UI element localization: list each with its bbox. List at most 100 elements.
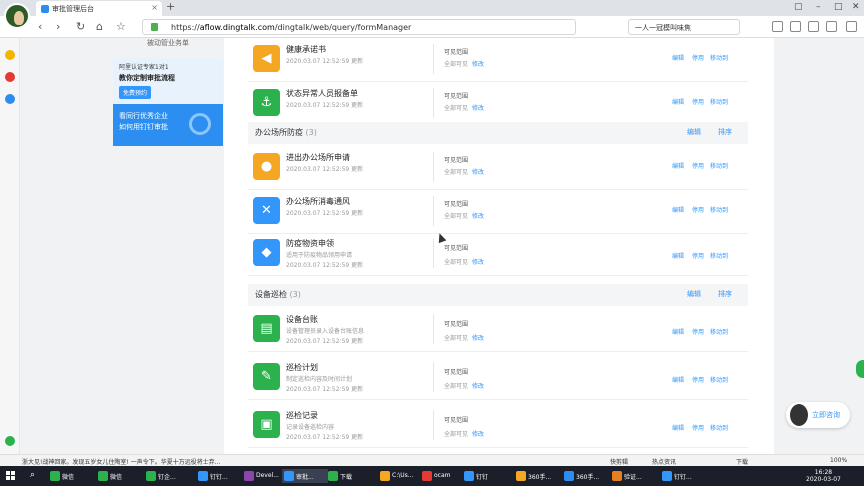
system-clock[interactable]: 16:28 2020-03-07 xyxy=(806,469,841,483)
tab-close-icon[interactable]: × xyxy=(151,3,158,12)
move-to-link[interactable]: 移动到 xyxy=(710,251,728,260)
app-icon[interactable] xyxy=(5,94,15,104)
status-item[interactable]: 快剪辑 xyxy=(610,457,628,466)
windows-start-icon[interactable] xyxy=(6,471,16,481)
move-to-link[interactable]: 移动到 xyxy=(710,375,728,384)
move-to-link[interactable]: 移动到 xyxy=(710,205,728,214)
home-icon[interactable]: ⌂ xyxy=(96,20,103,33)
close-icon[interactable]: ✕ xyxy=(852,2,860,12)
form-row[interactable]: ✎ 巡检计划 制定巡检内容及时间计划 2020.03.07 12:52:59 更新 可见… xyxy=(248,356,748,400)
form-name[interactable]: 状态异常人员报备单 xyxy=(286,88,358,99)
undo-icon[interactable] xyxy=(826,21,837,32)
form-row[interactable]: ◀ 健康承诺书 2020.03.07 12:52:59 更新 可见范围 全部可见 修改 编辑… xyxy=(248,38,748,82)
move-to-link[interactable]: 移动到 xyxy=(710,423,728,432)
grid-icon[interactable] xyxy=(790,21,801,32)
modify-link[interactable]: 修改 xyxy=(472,213,484,220)
modify-link[interactable]: 修改 xyxy=(472,335,484,342)
floating-green-icon[interactable] xyxy=(856,360,864,378)
consult-button[interactable]: 立即咨询 xyxy=(786,402,850,428)
disable-link[interactable]: 停用 xyxy=(692,251,704,260)
modify-link[interactable]: 修改 xyxy=(472,105,484,112)
forward-icon[interactable]: › xyxy=(56,20,60,33)
taskbar-item[interactable]: 360手... xyxy=(562,469,608,483)
edit-link[interactable]: 编辑 xyxy=(672,375,684,384)
status-item[interactable]: 100% xyxy=(830,457,847,464)
move-to-link[interactable]: 移动到 xyxy=(710,97,728,106)
edit-link[interactable]: 编辑 xyxy=(672,327,684,336)
disable-link[interactable]: 停用 xyxy=(692,97,704,106)
more-icon[interactable] xyxy=(846,21,857,32)
form-row[interactable]: ● 进出办公场所申请 2020.03.07 12:52:59 更新 可见范围 全部可见修… xyxy=(248,146,748,190)
modify-link[interactable]: 修改 xyxy=(472,61,484,68)
form-row[interactable]: ◆ 防疫物资申领 适用于防疫物品领用申请 2020.03.07 12:52:59 更新… xyxy=(248,232,748,276)
search-icon[interactable]: ⌕ xyxy=(30,470,35,480)
taskbar-item[interactable]: 钉钉... xyxy=(196,469,242,483)
modify-link[interactable]: 修改 xyxy=(472,383,484,390)
maximize-icon[interactable]: □ xyxy=(834,2,843,12)
taskbar-item[interactable]: 360手... xyxy=(514,469,560,483)
taskbar-item[interactable]: ocam xyxy=(420,469,466,483)
minimize-icon[interactable]: – xyxy=(816,2,821,12)
edit-link[interactable]: 编辑 xyxy=(672,53,684,62)
taskbar-item[interactable]: C:\Us... xyxy=(378,469,424,483)
status-item[interactable]: 下载 xyxy=(736,457,748,466)
news-ticker[interactable]: 浙大见!战神回家。发现五岁女儿住陶室! 一声令下。华夏十万远役将士弃... xyxy=(22,457,220,466)
taskbar-item[interactable]: 钉企... xyxy=(144,469,190,483)
disable-link[interactable]: 停用 xyxy=(692,161,704,170)
form-name[interactable]: 巡检记录 xyxy=(286,410,318,421)
taskbar-item[interactable]: 验证... xyxy=(610,469,656,483)
modify-link[interactable]: 修改 xyxy=(472,259,484,266)
taskbar-item[interactable]: 钉钉 xyxy=(462,469,508,483)
disable-link[interactable]: 停用 xyxy=(692,327,704,336)
favorites-icon[interactable] xyxy=(5,50,15,60)
edit-link[interactable]: 编辑 xyxy=(672,423,684,432)
form-name[interactable]: 设备台账 xyxy=(286,314,318,325)
user-avatar[interactable] xyxy=(4,3,30,29)
modify-link[interactable]: 修改 xyxy=(472,431,484,438)
weibo-icon[interactable] xyxy=(5,72,15,82)
edit-link[interactable]: 编辑 xyxy=(672,251,684,260)
move-to-link[interactable]: 移动到 xyxy=(710,161,728,170)
extension-icon[interactable] xyxy=(772,21,783,32)
edit-link[interactable]: 编辑 xyxy=(672,161,684,170)
move-to-link[interactable]: 移动到 xyxy=(710,53,728,62)
form-row[interactable]: ▤ 设备台账 设备管理员录入设备台账信息 2020.03.07 12:52:59 更新… xyxy=(248,308,748,352)
taskbar-item[interactable]: 微信 xyxy=(96,469,142,483)
group-edit-link[interactable]: 编辑 xyxy=(687,127,701,137)
modify-link[interactable]: 修改 xyxy=(472,169,484,176)
group-sort-link[interactable]: 排序 xyxy=(718,127,732,137)
disable-link[interactable]: 停用 xyxy=(692,205,704,214)
address-bar[interactable]: https://aflow.dingtalk.com/dingtalk/web/… xyxy=(142,19,576,35)
taskbar-item[interactable]: 审批... xyxy=(282,469,328,483)
scrollbar[interactable] xyxy=(856,38,864,454)
search-input[interactable]: 一人一冠模叫味焦 xyxy=(628,19,740,35)
edit-link[interactable]: 编辑 xyxy=(672,97,684,106)
form-row[interactable]: ▣ 巡检记录 记录设备巡检内容 2020.03.07 12:52:59 更新 可见范围全… xyxy=(248,404,748,448)
edit-link[interactable]: 编辑 xyxy=(672,205,684,214)
disable-link[interactable]: 停用 xyxy=(692,375,704,384)
assist-icon[interactable] xyxy=(5,436,15,446)
free-booking-button[interactable]: 免费预约 xyxy=(119,86,152,99)
taskbar-item[interactable]: 下载 xyxy=(326,469,372,483)
taskbar-item[interactable]: 微信 xyxy=(48,469,94,483)
group-sort-link[interactable]: 排序 xyxy=(718,289,732,299)
form-name[interactable]: 巡检计划 xyxy=(286,362,318,373)
disable-link[interactable]: 停用 xyxy=(692,53,704,62)
form-name[interactable]: 进出办公场所申请 xyxy=(286,152,350,163)
move-to-link[interactable]: 移动到 xyxy=(710,327,728,336)
case-promo[interactable]: 看同行优秀企业 如何用钉钉审批 xyxy=(113,104,223,146)
back-icon[interactable]: ‹ xyxy=(38,20,42,33)
taskbar-item[interactable]: 钉钉... xyxy=(660,469,706,483)
restore-icon[interactable]: ▢ xyxy=(794,2,803,12)
form-name[interactable]: 健康承诺书 xyxy=(286,44,326,55)
form-row[interactable]: ⚓ 状态异常人员报备单 2020.03.07 12:52:59 更新 可见范围 全部可见… xyxy=(248,82,748,126)
browser-tab[interactable]: 审批管理后台 × xyxy=(36,1,162,16)
status-item[interactable]: 热点资讯 xyxy=(652,457,676,466)
form-row[interactable]: ✕ 办公场所消毒通风 2020.03.07 12:52:59 更新 可见范围 全部可见修… xyxy=(248,190,748,234)
expert-promo[interactable]: 阿里认证专家1对1 教你定制审批流程 免费预约 xyxy=(113,58,223,104)
group-edit-link[interactable]: 编辑 xyxy=(687,289,701,299)
star-icon[interactable]: ☆ xyxy=(116,20,126,33)
menu-icon[interactable] xyxy=(808,21,819,32)
form-name[interactable]: 防疫物资申领 xyxy=(286,238,334,249)
form-name[interactable]: 办公场所消毒通风 xyxy=(286,196,350,207)
